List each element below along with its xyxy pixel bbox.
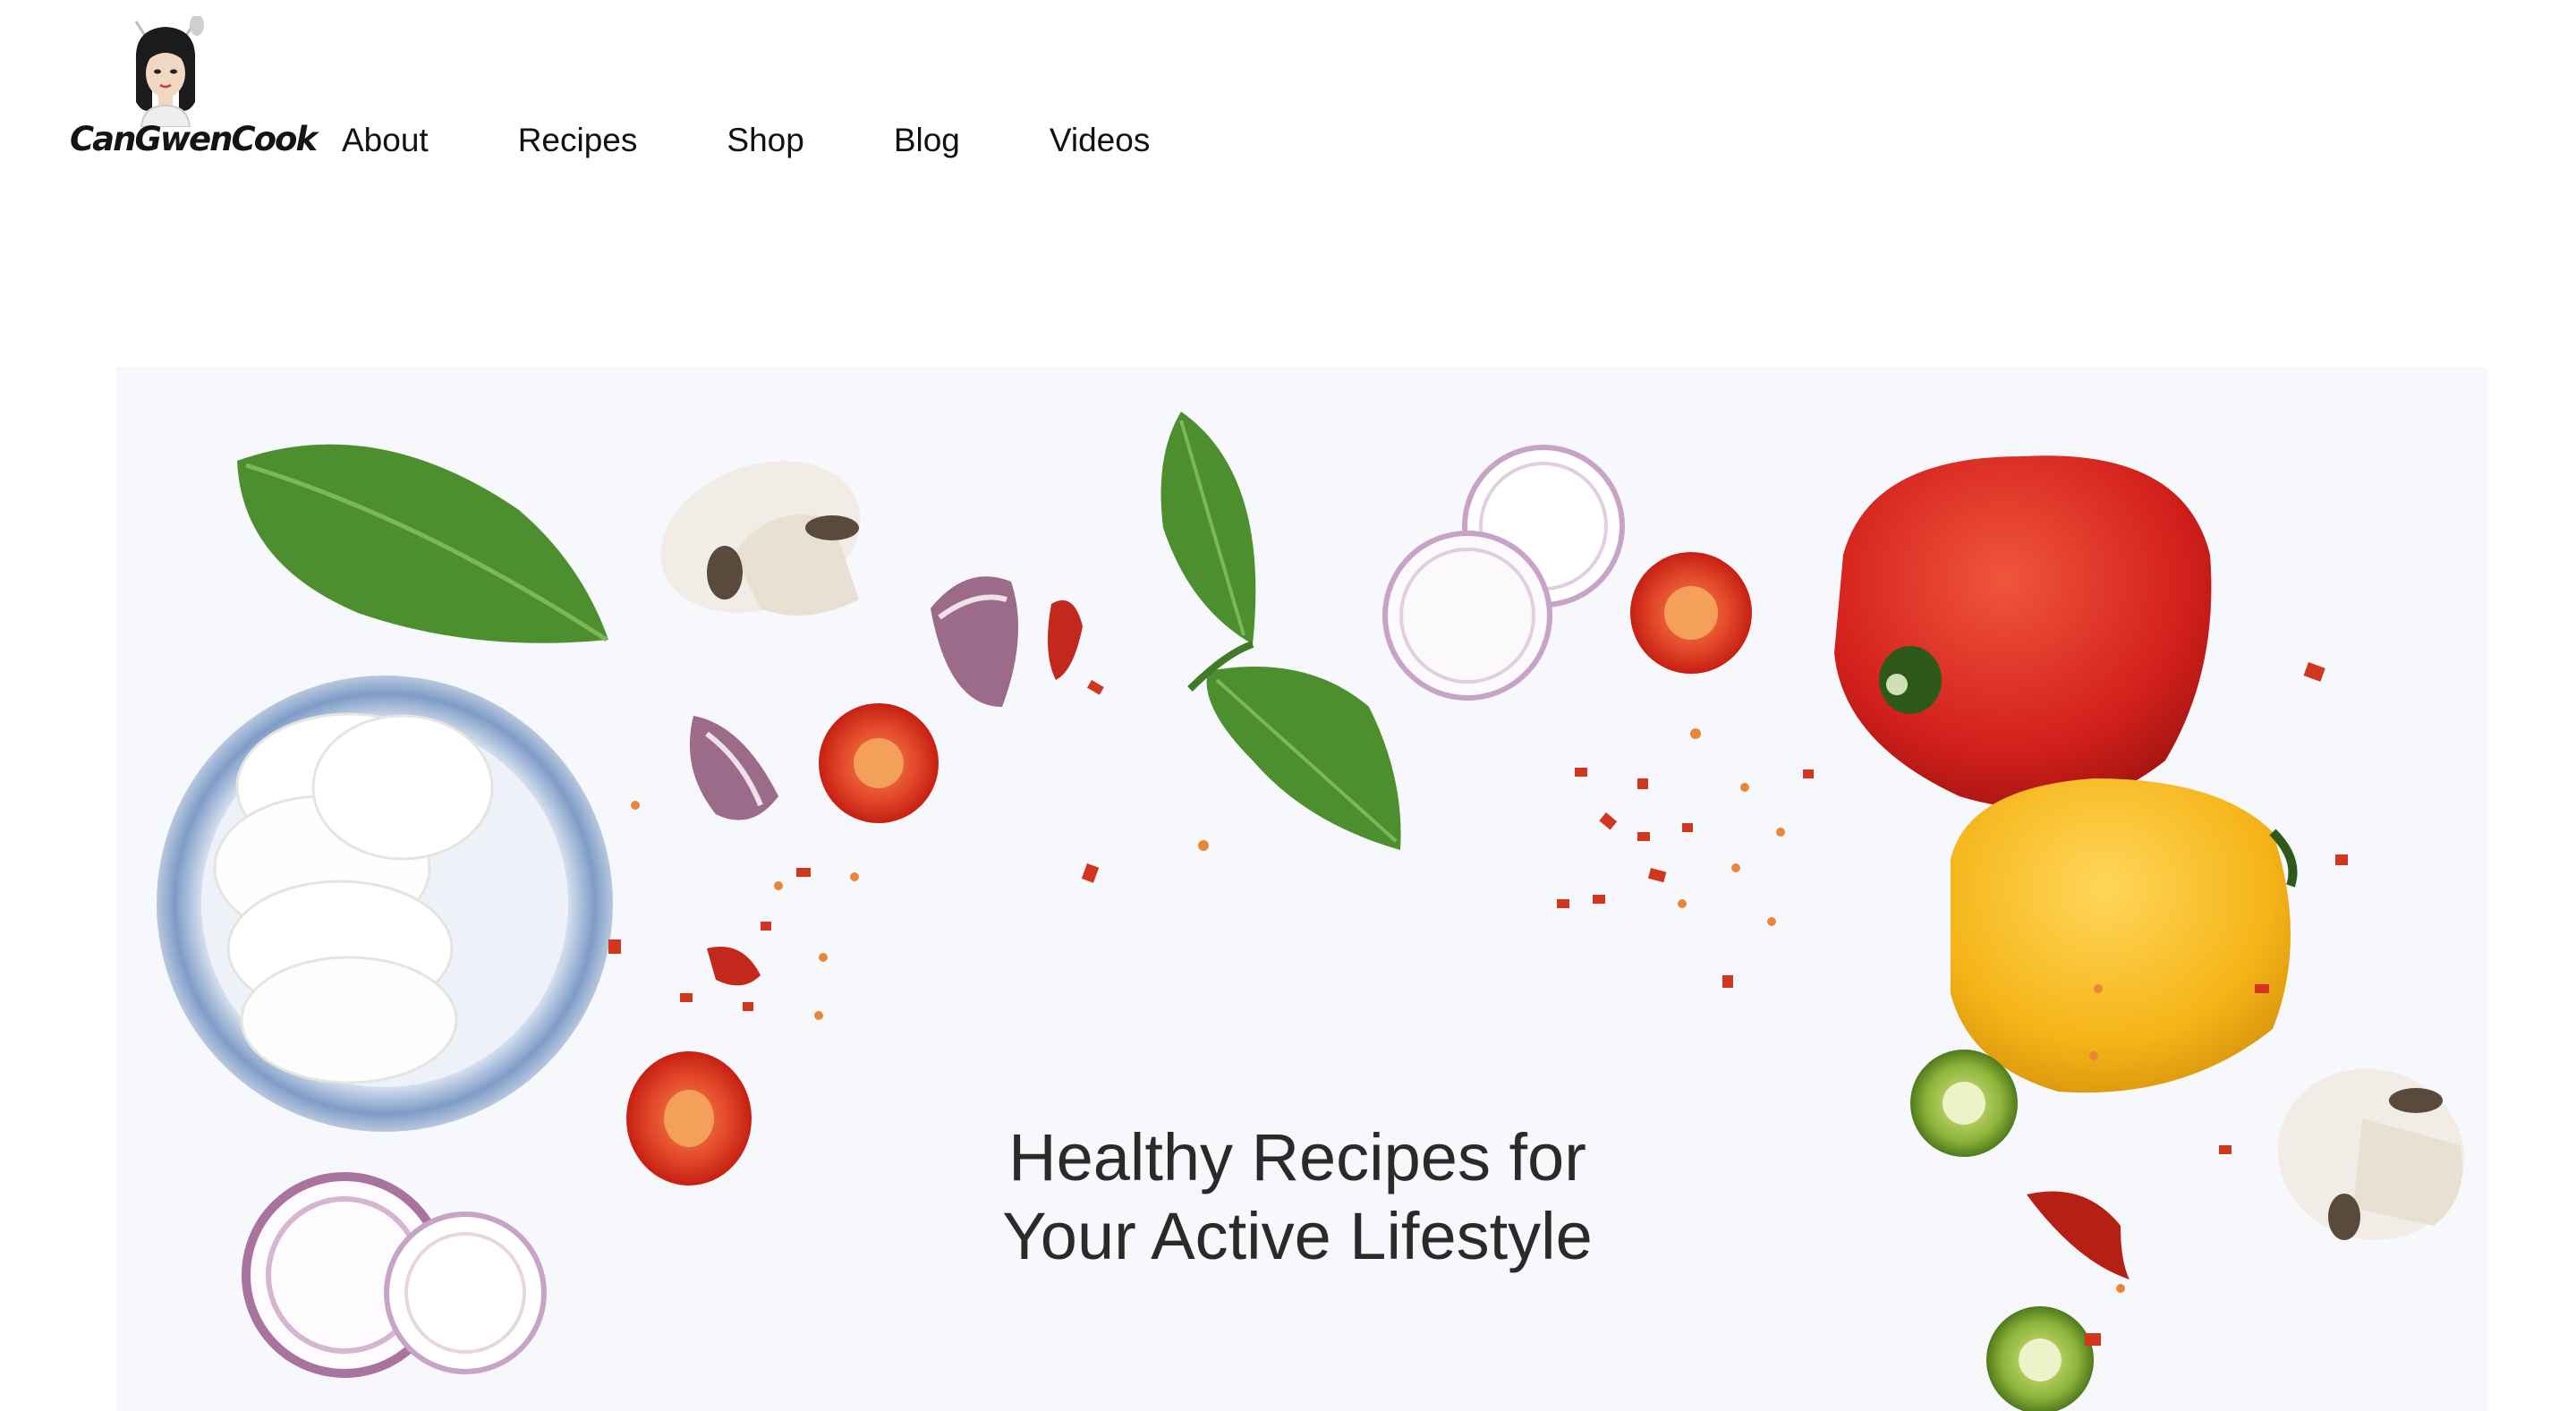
nav-item-recipes[interactable]: Recipes — [518, 122, 638, 159]
chef-avatar-icon — [134, 16, 204, 127]
hero-headline: Healthy Recipes for Your Active Lifestyl… — [895, 1118, 1700, 1276]
yellow-pepper-icon — [1951, 778, 2298, 1093]
nav-item-shop[interactable]: Shop — [727, 122, 803, 159]
nav-item-blog[interactable]: Blog — [894, 122, 960, 159]
hero-section: Healthy Recipes for Your Active Lifestyl… — [0, 206, 2576, 1411]
hero-headline-line-1: Healthy Recipes for — [1008, 1119, 1586, 1194]
nav-item-about[interactable]: About — [342, 122, 429, 159]
brand-logo[interactable]: CanGwenCook — [70, 16, 318, 168]
hero-headline-line-2: Your Active Lifestyle — [1002, 1198, 1593, 1273]
site-header: CanGwenCook About Recipes Shop Blog Vide… — [0, 0, 2576, 206]
brand-name: CanGwenCook — [70, 120, 318, 158]
mozzarella-bowl-icon — [157, 676, 613, 1132]
main-nav: About Recipes Shop Blog Videos — [342, 122, 1150, 159]
nav-item-videos[interactable]: Videos — [1050, 122, 1150, 159]
